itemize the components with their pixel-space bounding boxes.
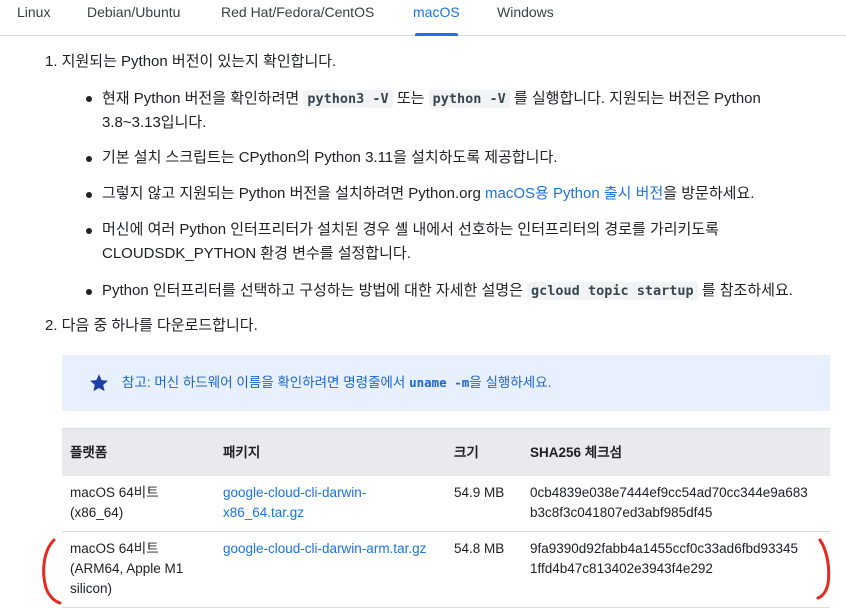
bullet-text: 을 방문하세요. (663, 185, 755, 202)
sha-text: b3c8f3c041807ed3abf985df45 (530, 505, 713, 520)
table-row: macOS 64비트 (ARM64, Apple M1 silicon) goo… (62, 532, 830, 608)
bullet-text: 를 참조하세요. (697, 282, 793, 299)
bullet-interpreter-details: Python 인터프리터를 선택하고 구성하는 방법에 대한 자세한 설명은 g… (102, 279, 842, 303)
bullet-text: 또는 (392, 90, 429, 107)
bullet-dot (86, 96, 92, 102)
platform-cell: macOS 64비트 (ARM64, Apple M1 silicon) (70, 539, 183, 599)
bullet-text: 현재 Python 버전을 확인하려면 (102, 90, 304, 107)
tab-debian-ubuntu[interactable]: Debian/Ubuntu (87, 4, 180, 35)
star-icon (90, 374, 108, 392)
package-link-arm[interactable]: google-cloud-cli-darwin-arm.tar.gz (223, 539, 426, 559)
sha-cell: 9fa9390d92fabb4a1455ccf0c33ad6fbd93345 1… (530, 539, 798, 579)
tab-bar: Linux Debian/Ubuntu Red Hat/Fedora/CentO… (0, 0, 846, 36)
code-uname-m: uname -m (409, 375, 470, 390)
bullet-default-install: 기본 설치 스크립트는 CPython의 Python 3.11을 설치하도록 … (102, 149, 558, 166)
bullet-install-python: 그렇지 않고 지원되는 Python 버전을 설치하려면 Python.org … (102, 182, 842, 206)
header-size: 크기 (454, 445, 479, 460)
red-annotation-right-bracket (816, 538, 831, 600)
bullet-text: 그렇지 않고 지원되는 Python 버전을 설치하려면 Python.org (102, 185, 486, 202)
note-text-part: 을 실행하세요. (469, 375, 552, 390)
sha-text: 9fa9390d92fabb4a1455ccf0c33ad6fbd93345 (530, 541, 799, 556)
header-package: 패키지 (223, 445, 261, 460)
platform-cell: macOS 64비트 (x86_64) (70, 483, 159, 523)
package-text: google-cloud-cli-darwin- (223, 485, 367, 500)
note-text-part: 참고: 머신 하드웨어 이름을 확인하려면 명령줄에서 (122, 375, 410, 390)
size-cell: 54.9 MB (454, 485, 505, 500)
tab-windows[interactable]: Windows (497, 4, 554, 35)
code-python-v: python -V (428, 90, 510, 108)
sha-text: 1ffd4b47c813402e3943f4e292 (530, 561, 713, 576)
bullet-cloudsdk-python: 머신에 여러 Python 인터프리터가 설치된 경우 셸 내에서 선호하는 인… (102, 221, 719, 262)
red-annotation-left-bracket (42, 538, 62, 605)
package-text: google-cloud-cli-darwin-arm.tar.gz (223, 541, 427, 556)
bullet-python-version: 현재 Python 버전을 확인하려면 python3 -V 또는 python… (102, 87, 802, 135)
sha-text: 0cb4839e038e7444ef9cc54ad70cc344e9a683 (530, 485, 808, 500)
package-link-x86-64[interactable]: google-cloud-cli-darwin- x86_64.tar.gz (223, 483, 366, 523)
sha-cell: 0cb4839e038e7444ef9cc54ad70cc344e9a683 b… (530, 483, 808, 523)
note-callout: 참고: 머신 하드웨어 이름을 확인하려면 명령줄에서 uname -m을 실행… (62, 355, 830, 411)
bullet-text: Python 인터프리터를 선택하고 구성하는 방법에 대한 자세한 설명은 (102, 282, 528, 299)
platform-text: (x86_64) (70, 505, 124, 520)
step-2-text: 2. 다음 중 하나를 다운로드합니다. (45, 317, 258, 334)
package-text: x86_64.tar.gz (223, 505, 305, 520)
platform-text: (ARM64, Apple M1 (70, 561, 184, 576)
tab-linux[interactable]: Linux (17, 4, 50, 35)
header-sha256: SHA256 체크섬 (530, 445, 623, 460)
platform-text: silicon) (70, 581, 113, 596)
bullet-dot (86, 156, 92, 162)
code-python3-v: python3 -V (303, 90, 393, 108)
tab-macos-label: macOS (413, 4, 460, 20)
note-text: 참고: 머신 하드웨어 이름을 확인하려면 명령줄에서 uname -m을 실행… (122, 371, 551, 395)
platform-text: macOS 64비트 (70, 485, 159, 500)
step-1-text: 1. 지원되는 Python 버전이 있는지 확인합니다. (45, 53, 337, 70)
bullet-dot (86, 228, 92, 234)
tab-redhat-fedora-centos[interactable]: Red Hat/Fedora/CentOS (221, 4, 374, 35)
table-row: macOS 64비트 (x86_64) google-cloud-cli-dar… (62, 476, 830, 532)
platform-text: macOS 64비트 (70, 541, 159, 556)
table-header: 플랫폼 패키지 크기 SHA256 체크섬 (62, 428, 830, 476)
macos-python-releases-link[interactable]: macOS용 Python 출시 버전 (485, 185, 663, 202)
tab-macos[interactable]: macOS (413, 4, 460, 36)
header-platform: 플랫폼 (70, 445, 108, 460)
bullet-dot (86, 289, 92, 295)
size-cell: 54.8 MB (454, 541, 505, 556)
active-tab-indicator (415, 33, 458, 36)
code-gcloud-topic-startup: gcloud topic startup (527, 282, 698, 300)
bullet-dot (86, 192, 92, 198)
